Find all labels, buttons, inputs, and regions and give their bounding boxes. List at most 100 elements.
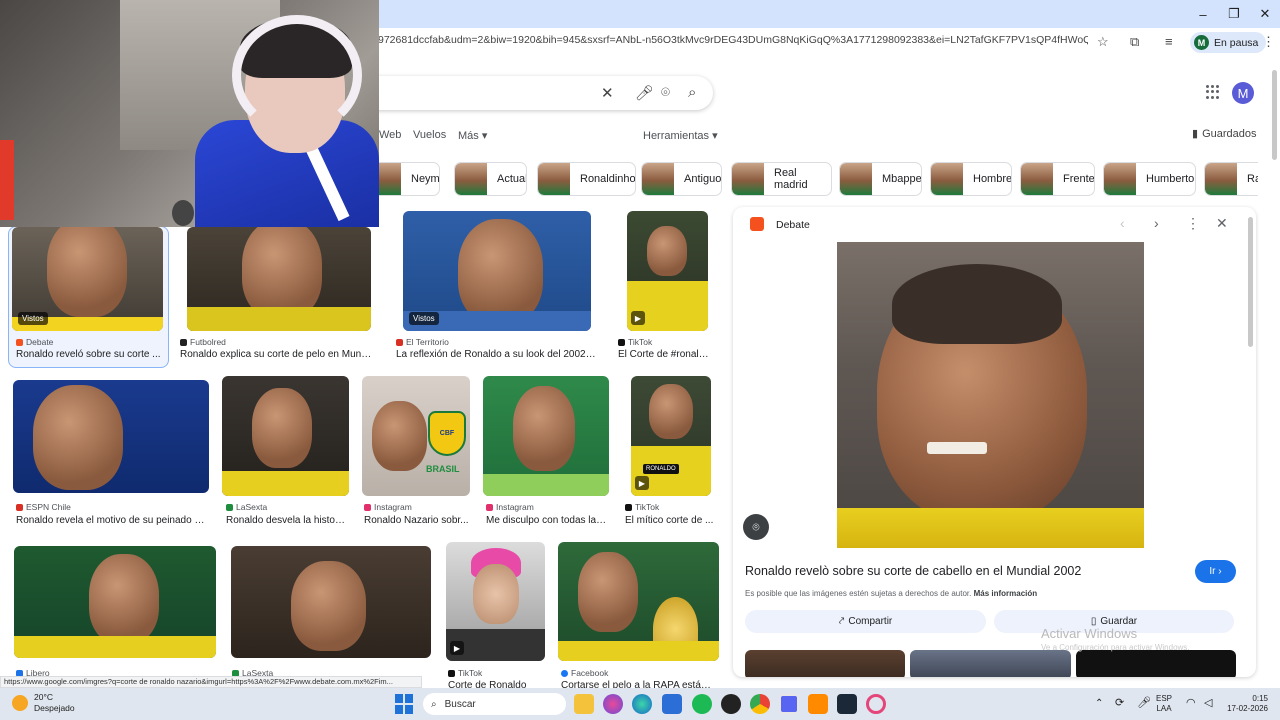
lens-search-icon[interactable]: ⌾ bbox=[661, 84, 670, 101]
share-button[interactable]: ⤤ Compartir bbox=[745, 610, 986, 633]
account-avatar[interactable]: M bbox=[1232, 82, 1254, 104]
result-caption[interactable]: Ronaldo revela el motivo de su peinado d… bbox=[16, 515, 208, 526]
url-text[interactable]: 972681dccfab&udm=2&biw=1920&bih=945&sxsr… bbox=[378, 34, 1088, 46]
result-image[interactable]: RONALDO ▶ bbox=[631, 376, 711, 496]
browser-menu-icon[interactable]: ⋮ bbox=[1262, 34, 1275, 50]
taskbar-search[interactable]: ⌕ Buscar bbox=[423, 693, 566, 715]
more-options-icon[interactable]: ⋮ bbox=[1186, 215, 1200, 232]
result-caption[interactable]: Ronaldo reveló sobre su corte ... bbox=[16, 349, 162, 360]
sync-icon[interactable]: ⟳ bbox=[1115, 698, 1124, 709]
chip-humberto[interactable]: Humberto bbox=[1103, 162, 1196, 196]
chip-mbappe[interactable]: Mbappe bbox=[839, 162, 922, 196]
result-caption[interactable]: Ronaldo explica su corte de pelo en Mund… bbox=[180, 349, 376, 360]
result-source[interactable]: Instagram bbox=[364, 502, 412, 512]
chip-neymar[interactable]: Neymar bbox=[378, 162, 440, 196]
panel-source[interactable]: Debate bbox=[776, 219, 810, 231]
chip-ronaldinho[interactable]: Ronaldinho bbox=[537, 162, 636, 196]
start-button[interactable] bbox=[395, 694, 415, 714]
chip-actual[interactable]: Actual bbox=[454, 162, 527, 196]
scrollbar-thumb[interactable] bbox=[1272, 70, 1277, 160]
result-caption[interactable]: El mítico corte de ... bbox=[625, 515, 715, 526]
prev-arrow-icon[interactable]: ‹ bbox=[1120, 215, 1125, 231]
microphone-icon[interactable]: 🎤︎ bbox=[1137, 698, 1151, 709]
search-icon[interactable]: ⌕ bbox=[688, 84, 696, 101]
result-image[interactable]: ▶ bbox=[627, 211, 708, 331]
tab-web[interactable]: Web bbox=[379, 129, 401, 141]
clock[interactable]: 0:15 17-02-2026 bbox=[1224, 694, 1268, 714]
result-image[interactable]: Vistos bbox=[12, 227, 163, 331]
close-window-button[interactable]: ✕ bbox=[1248, 0, 1280, 28]
result-image[interactable] bbox=[483, 376, 609, 496]
related-thumbnail[interactable] bbox=[910, 650, 1071, 677]
lens-icon[interactable]: ⌾ bbox=[743, 514, 769, 540]
result-image[interactable] bbox=[13, 380, 209, 493]
spotify-icon[interactable] bbox=[692, 694, 712, 714]
result-caption[interactable]: Ronaldo desvela la histori... bbox=[226, 515, 348, 526]
result-source[interactable]: TikTok bbox=[618, 337, 652, 347]
result-caption[interactable]: Ronaldo Nazario sobr... bbox=[364, 515, 470, 526]
related-thumbnail[interactable] bbox=[745, 650, 905, 677]
result-image[interactable] bbox=[222, 376, 349, 496]
store-icon[interactable] bbox=[662, 694, 682, 714]
next-arrow-icon[interactable]: › bbox=[1154, 215, 1159, 231]
opera-icon[interactable] bbox=[866, 694, 886, 714]
maximize-button[interactable]: ❐ bbox=[1217, 0, 1251, 28]
app-icon[interactable] bbox=[808, 694, 828, 714]
tools-button[interactable]: Herramientas ▾ bbox=[643, 129, 718, 142]
result-caption[interactable]: Me disculpo con todas las... bbox=[486, 515, 608, 526]
result-source[interactable]: El Territorio bbox=[396, 337, 449, 347]
language-indicator[interactable]: ESP LAA bbox=[1156, 694, 1172, 714]
visit-button[interactable]: Ir › bbox=[1195, 560, 1236, 583]
bookmark-star-icon[interactable]: ☆ bbox=[1097, 34, 1109, 50]
result-caption[interactable]: La reflexión de Ronaldo a su look del 20… bbox=[396, 349, 598, 360]
preview-image[interactable] bbox=[837, 242, 1144, 548]
result-source[interactable]: Facebook bbox=[561, 668, 608, 678]
discord-icon[interactable] bbox=[779, 694, 799, 714]
tab-flights[interactable]: Vuelos bbox=[413, 129, 446, 141]
voice-search-icon[interactable]: 🎤︎ bbox=[635, 84, 654, 102]
result-image[interactable] bbox=[14, 546, 216, 658]
wifi-icon[interactable]: ◠ bbox=[1186, 698, 1196, 709]
result-source[interactable]: ESPN Chile bbox=[16, 502, 71, 512]
edge-icon[interactable] bbox=[632, 694, 652, 714]
result-image[interactable]: ▶ bbox=[446, 542, 545, 661]
obs-icon[interactable] bbox=[721, 694, 741, 714]
result-image[interactable] bbox=[558, 542, 719, 661]
result-source[interactable]: Instagram bbox=[486, 502, 534, 512]
more-info-link[interactable]: Más información bbox=[974, 589, 1038, 598]
chip-antiguo[interactable]: Antiguo bbox=[641, 162, 722, 196]
reading-list-icon[interactable]: ≡ bbox=[1165, 34, 1173, 49]
result-source[interactable]: LaSexta bbox=[226, 502, 267, 512]
profile-button[interactable]: M En pausa bbox=[1190, 32, 1267, 53]
result-source[interactable]: Futbolred bbox=[180, 337, 226, 347]
page-scrollbar[interactable] bbox=[1271, 60, 1279, 675]
file-explorer-icon[interactable] bbox=[574, 694, 594, 714]
chip-more[interactable]: Ra bbox=[1204, 162, 1258, 196]
weather-widget[interactable]: 20°C Despejado bbox=[12, 692, 75, 714]
result-source[interactable]: TikTok bbox=[448, 668, 482, 678]
chip-real-madrid[interactable]: Real madrid bbox=[731, 162, 832, 196]
clear-search-icon[interactable]: ✕ bbox=[601, 84, 614, 102]
close-panel-icon[interactable]: ✕ bbox=[1216, 215, 1228, 232]
tab-more[interactable]: Más ▾ bbox=[458, 129, 487, 142]
related-thumbnail[interactable] bbox=[1076, 650, 1236, 677]
steam-icon[interactable] bbox=[837, 694, 857, 714]
result-source[interactable]: Debate bbox=[16, 337, 53, 347]
chip-hombre[interactable]: Hombre bbox=[930, 162, 1012, 196]
google-apps-icon[interactable] bbox=[1206, 85, 1220, 99]
chrome-icon[interactable] bbox=[750, 694, 770, 714]
copilot-icon[interactable] bbox=[603, 694, 623, 714]
result-image[interactable]: CBF BRASIL bbox=[362, 376, 470, 496]
result-caption[interactable]: El Corte de #ronaldo... bbox=[618, 349, 714, 360]
saved-button[interactable]: ▮ Guardados bbox=[1192, 127, 1257, 141]
panel-title[interactable]: Ronaldo revelò sobre su corte de cabello… bbox=[745, 564, 1081, 578]
result-image[interactable]: Vistos bbox=[403, 211, 591, 331]
tray-chevron-icon[interactable]: ⌃ bbox=[1095, 699, 1103, 709]
result-source[interactable]: TikTok bbox=[625, 502, 659, 512]
search-box[interactable] bbox=[340, 76, 713, 110]
extensions-icon[interactable]: ⧉ bbox=[1130, 34, 1139, 50]
panel-scrollbar[interactable] bbox=[1248, 217, 1253, 347]
result-image[interactable] bbox=[231, 546, 431, 658]
minimize-button[interactable]: – bbox=[1186, 0, 1220, 28]
volume-icon[interactable]: ◁ bbox=[1204, 698, 1212, 709]
